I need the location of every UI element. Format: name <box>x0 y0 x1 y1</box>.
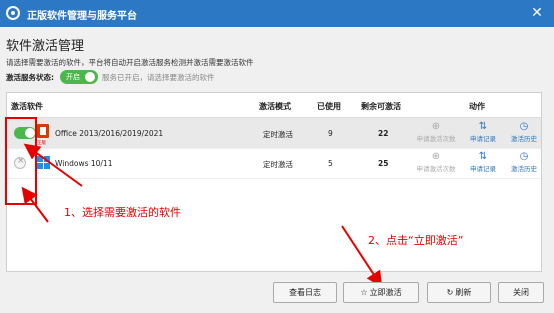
table-row[interactable]: Windows 10/11 定时激活 5 25 ⊕申请激活次数 ⇅申请记录 ◷激… <box>7 148 541 179</box>
activate-now-button[interactable]: ☆ 立即激活 <box>343 282 419 303</box>
header-actions: 动作 <box>469 102 485 111</box>
service-toggle[interactable]: 开启 <box>60 70 98 84</box>
view-log-button[interactable]: 查看日志 <box>273 282 337 303</box>
activation-history-button[interactable]: ◷ 激活历史 <box>505 151 543 173</box>
annotation-step2: 2、点击“立即激活” <box>368 234 464 247</box>
plus-circle-icon: ⊕ <box>431 151 441 162</box>
genuine-tag: 正版 <box>37 141 46 146</box>
service-status-text: 服务已开启，请选择要激活的软件 <box>102 73 215 82</box>
header-remaining: 剩余可激活 <box>361 102 401 111</box>
activation-mode: 定时激活 <box>263 160 293 169</box>
page-description: 请选择需要激活的软件，平台将自动开启激活服务检测并激活需要激活软件 <box>6 58 254 67</box>
plus-circle-icon: ⊕ <box>431 121 441 132</box>
history-icon: ◷ <box>519 151 529 162</box>
software-name: Windows 10/11 <box>55 159 113 168</box>
header-software: 激活软件 <box>11 102 43 111</box>
toggle-knob-icon <box>85 72 95 82</box>
app-logo-icon <box>6 6 20 20</box>
request-activations-button[interactable]: ⊕ 申请激活次数 <box>413 151 459 173</box>
used-count: 5 <box>328 159 333 168</box>
request-records-button[interactable]: ⇅ 申请记录 <box>465 151 501 173</box>
service-toggle-label: 开启 <box>66 73 80 81</box>
windows-logo-icon <box>37 156 51 170</box>
title-bar: 正版软件管理与服务平台 ✕ <box>0 0 554 27</box>
star-icon: ☆ <box>360 288 368 297</box>
refresh-icon: ↻ <box>446 288 454 297</box>
remaining-count: 25 <box>378 159 389 168</box>
transfer-arrows-icon: ⇅ <box>478 121 488 132</box>
service-status-label: 激活服务状态: <box>6 73 54 82</box>
software-name: Office 2013/2016/2019/2021 <box>55 129 164 138</box>
request-activations-button[interactable]: ⊕ 申请激活次数 <box>413 121 459 143</box>
selection-highlight-box <box>5 117 37 205</box>
request-records-button[interactable]: ⇅ 申请记录 <box>465 121 501 143</box>
activation-history-button[interactable]: ◷ 激活历史 <box>505 121 543 143</box>
window-close-button[interactable]: ✕ <box>526 3 548 23</box>
header-mode: 激活模式 <box>259 102 291 111</box>
annotation-step1: 1、选择需要激活的软件 <box>64 206 181 219</box>
transfer-arrows-icon: ⇅ <box>478 151 488 162</box>
remaining-count: 22 <box>378 129 389 138</box>
table-header: 激活软件 激活模式 已使用 剩余可激活 动作 <box>7 93 541 118</box>
refresh-button[interactable]: ↻ 刷新 <box>427 282 491 303</box>
close-button[interactable]: 关闭 <box>498 282 544 303</box>
window-title: 正版软件管理与服务平台 <box>27 11 137 22</box>
used-count: 9 <box>328 129 333 138</box>
table-row[interactable]: 正版 Office 2013/2016/2019/2021 定时激活 9 22 … <box>7 118 541 149</box>
header-used: 已使用 <box>317 102 341 111</box>
history-icon: ◷ <box>519 121 529 132</box>
office-logo-icon <box>37 124 49 138</box>
activation-mode: 定时激活 <box>263 130 293 139</box>
page-title: 软件激活管理 <box>6 39 85 54</box>
